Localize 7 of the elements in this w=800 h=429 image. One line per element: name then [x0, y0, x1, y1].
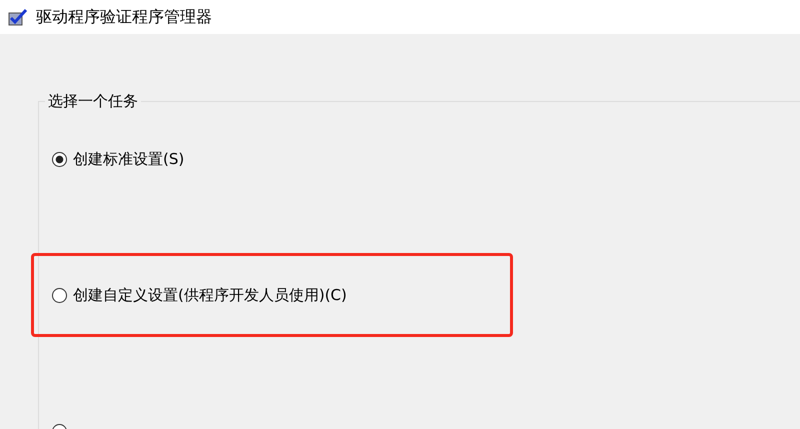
- checkbox-tick-icon: [8, 8, 28, 26]
- option-label[interactable]: 创建自定义设置(供程序开发人员使用)(C): [73, 286, 347, 304]
- radio-button[interactable]: [52, 288, 67, 302]
- radio-button[interactable]: [52, 152, 67, 166]
- option-label[interactable]: 创建标准设置(S): [73, 150, 184, 168]
- group-label: 选择一个任务: [47, 92, 139, 111]
- window-title: 驱动程序验证程序管理器: [36, 6, 212, 28]
